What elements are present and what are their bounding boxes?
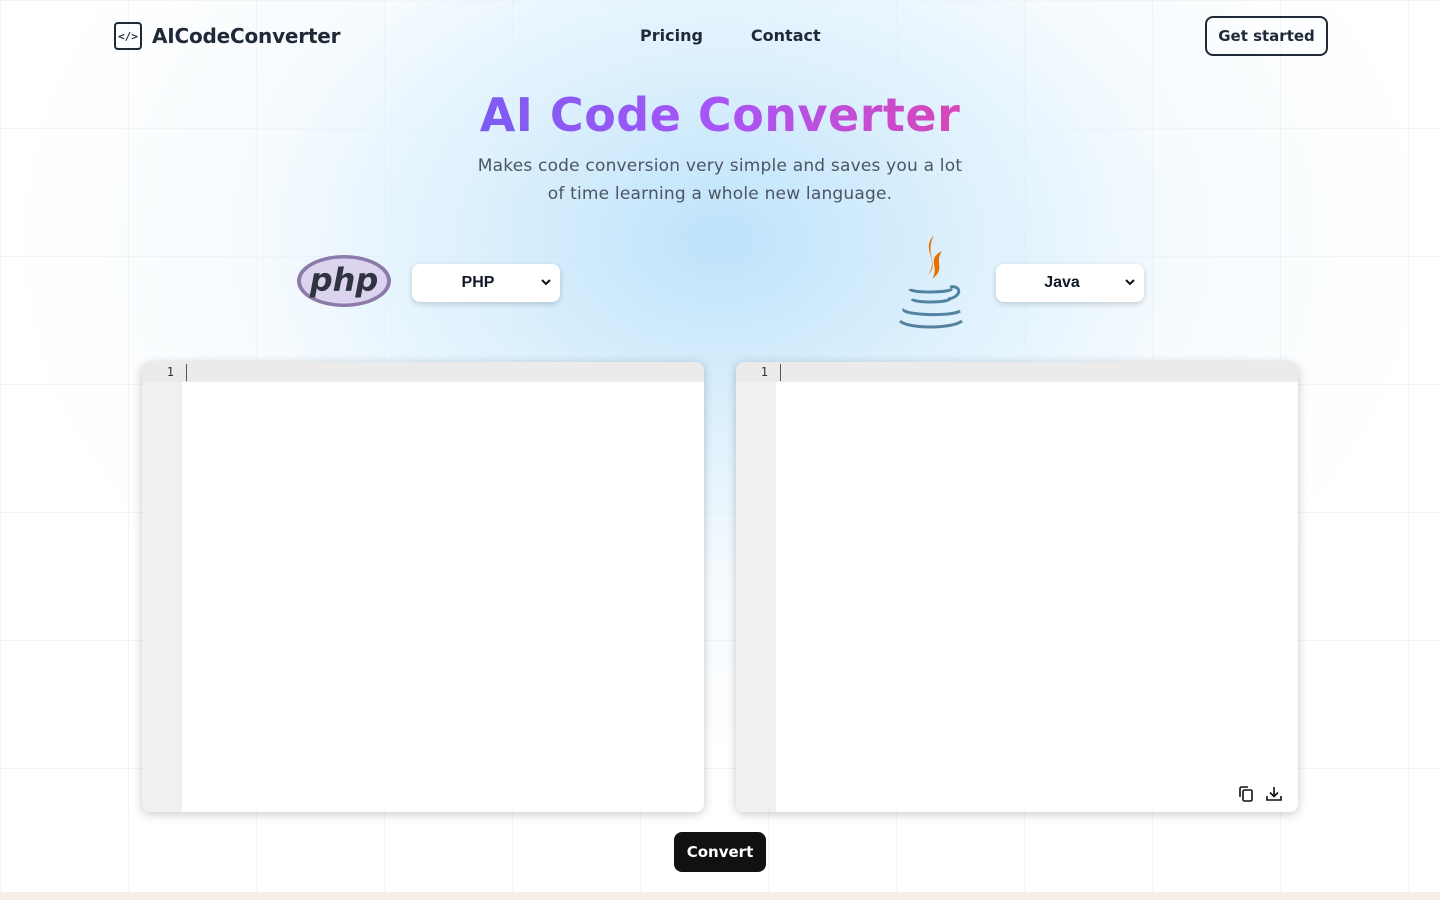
text-cursor <box>780 364 781 381</box>
target-language-value: Java <box>1044 274 1080 291</box>
nav-link-contact[interactable]: Contact <box>751 26 821 45</box>
source-language-select[interactable]: PHP <box>412 264 560 302</box>
chevron-down-icon <box>536 278 556 289</box>
output-toolbar <box>1236 784 1284 804</box>
page-title: AI Code Converter <box>0 88 1440 142</box>
source-code-editor[interactable]: 1 <box>142 362 704 812</box>
editor-gutter <box>736 362 776 812</box>
page-subtitle: Makes code conversion very simple and sa… <box>477 156 963 204</box>
convert-button[interactable]: Convert <box>674 832 766 872</box>
java-logo-icon <box>898 235 963 329</box>
php-logo-icon: php <box>297 255 391 307</box>
download-icon[interactable] <box>1264 784 1284 804</box>
chevron-down-icon <box>1120 278 1140 289</box>
line-number: 1 <box>760 365 768 379</box>
active-line-highlight <box>736 362 1298 382</box>
code-brackets-icon: </> <box>114 22 142 50</box>
get-started-button[interactable]: Get started <box>1205 16 1328 56</box>
nav-link-pricing[interactable]: Pricing <box>640 26 703 45</box>
brand-link[interactable]: </> AICodeConverter <box>114 22 341 50</box>
brand-name: AICodeConverter <box>152 24 341 48</box>
php-logo-text: php <box>309 261 379 299</box>
source-language-value: PHP <box>461 274 495 291</box>
target-language-select[interactable]: Java <box>996 264 1144 302</box>
page-title-text: AI Code Converter <box>479 88 961 142</box>
copy-icon[interactable] <box>1236 784 1256 804</box>
text-cursor <box>186 364 187 381</box>
output-code-editor[interactable]: 1 <box>736 362 1298 812</box>
footer-strip <box>0 892 1440 900</box>
active-line-highlight <box>142 362 704 382</box>
line-number: 1 <box>166 365 174 379</box>
site-header: </> AICodeConverter Pricing Contact Get … <box>0 0 1440 72</box>
main-nav: Pricing Contact <box>640 26 821 45</box>
editor-gutter <box>142 362 182 812</box>
